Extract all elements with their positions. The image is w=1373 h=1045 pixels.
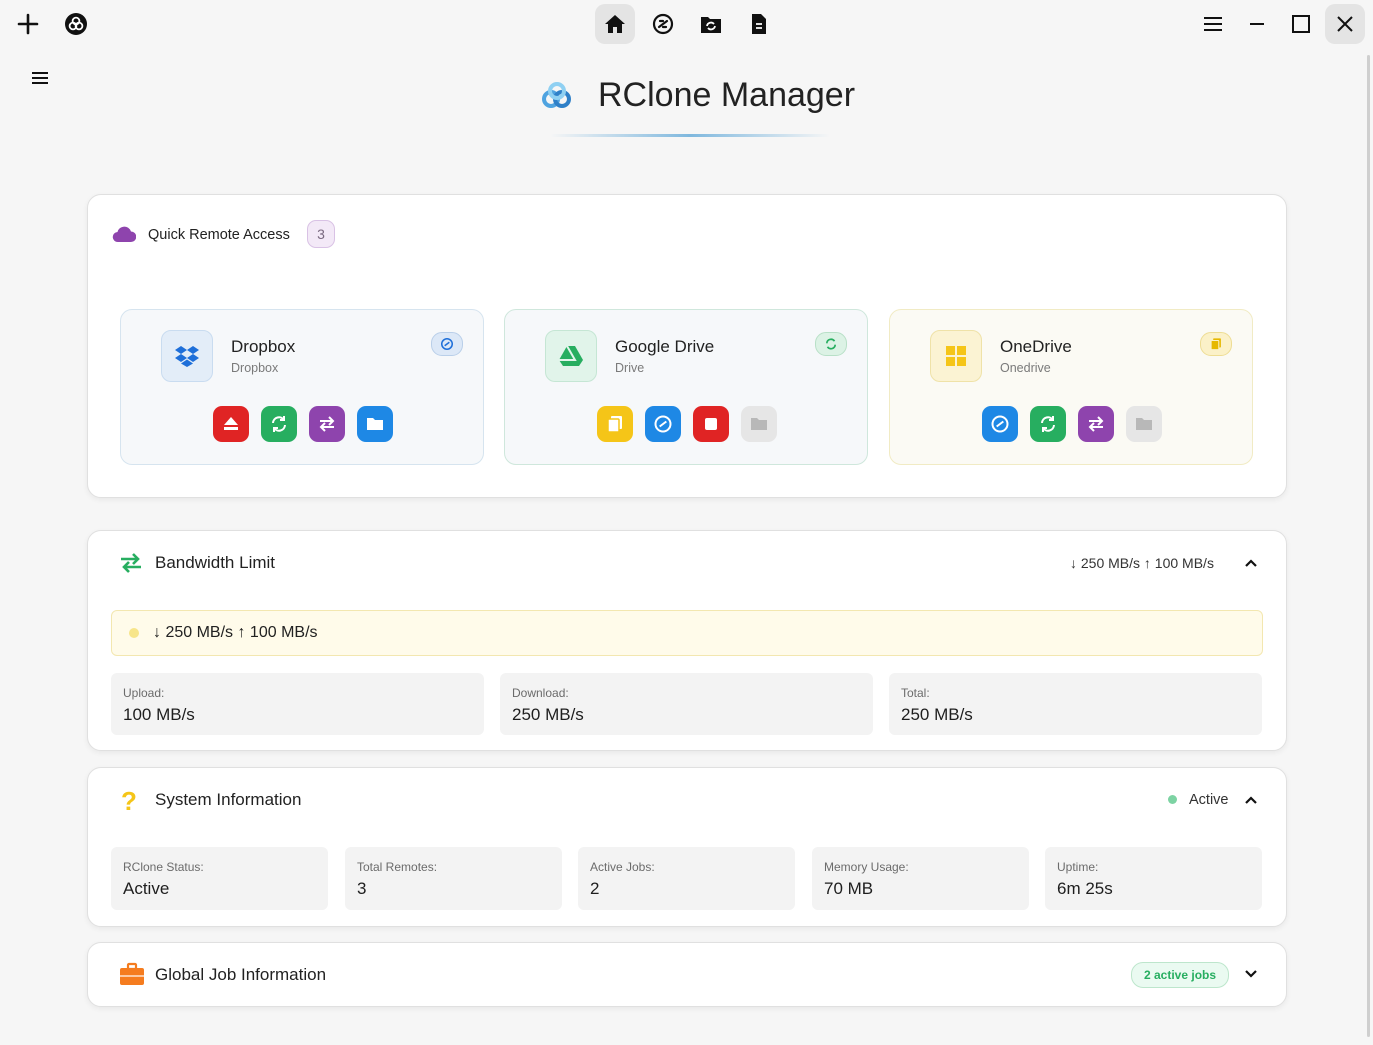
stat-value: 3 [357, 879, 367, 898]
stop-sync-button[interactable] [693, 406, 729, 442]
title-bar [0, 0, 1373, 48]
remote-type: Onedrive [1000, 361, 1051, 375]
maximize-icon[interactable] [1281, 4, 1321, 44]
mount-button[interactable] [982, 406, 1018, 442]
title-underline [550, 134, 830, 137]
system-information-card: ? System Information Active RClone Statu… [87, 767, 1287, 927]
uptime-stat: Uptime: 6m 25s [1045, 847, 1262, 910]
sidebar-toggle-icon[interactable] [20, 58, 60, 98]
stat-label: Memory Usage: [824, 860, 909, 874]
onedrive-logo-icon [930, 330, 982, 382]
sync-folder-tab-icon[interactable] [691, 4, 731, 44]
file-transfer-tab-icon[interactable] [739, 4, 779, 44]
active-jobs-badge: 2 active jobs [1131, 962, 1230, 988]
menu-icon[interactable] [1193, 4, 1233, 44]
bandwidth-limit-card: Bandwidth Limit ↓ 250 MB/s ↑ 100 MB/s ↓ … [87, 530, 1287, 751]
stat-value: 70 MB [824, 879, 874, 898]
stat-value: 250 MB/s [512, 705, 584, 724]
stat-label: Active Jobs: [590, 860, 655, 874]
unmount-button[interactable] [213, 406, 249, 442]
cloud-icon [112, 225, 137, 248]
rclone-logo-icon[interactable] [56, 4, 96, 44]
app-logo-icon [540, 80, 574, 112]
system-title: System Information [155, 790, 302, 809]
remote-name: OneDrive [1000, 337, 1072, 356]
bandwidth-banner: ↓ 250 MB/s ↑ 100 MB/s [111, 610, 1263, 656]
transfer-button[interactable] [309, 406, 345, 442]
question-icon: ? [121, 786, 137, 816]
open-folder-button[interactable] [357, 406, 393, 442]
open-folder-button[interactable] [741, 406, 777, 442]
dropbox-logo-icon [161, 330, 213, 382]
status-dot [1168, 795, 1177, 804]
mounted-status-icon [431, 332, 463, 356]
status-dot [129, 628, 139, 638]
bandwidth-title: Bandwidth Limit [155, 553, 276, 572]
syncing-status-icon [815, 332, 847, 356]
chevron-down-icon[interactable] [1241, 964, 1261, 989]
stat-label: Download: [512, 686, 569, 700]
stat-label: Upload: [123, 686, 165, 700]
stat-value: 100 MB/s [123, 705, 195, 724]
active-jobs-stat: Active Jobs: 2 [578, 847, 795, 910]
stat-label: RClone Status: [123, 860, 204, 874]
download-stat: Download: 250 MB/s [500, 673, 873, 735]
remote-type: Dropbox [231, 361, 279, 375]
remote-type: Drive [615, 361, 645, 375]
minimize-icon[interactable] [1237, 4, 1277, 44]
global-job-card[interactable]: Global Job Information 2 active jobs [87, 942, 1287, 1007]
copy-button[interactable] [597, 406, 633, 442]
mount-button[interactable] [645, 406, 681, 442]
sync-button[interactable] [261, 406, 297, 442]
scrollbar[interactable] [1367, 55, 1370, 1037]
remote-card-onedrive[interactable]: OneDrive Onedrive [889, 309, 1253, 465]
copying-status-icon [1200, 332, 1232, 356]
quick-remote-title: Quick Remote Access [148, 227, 290, 243]
remote-count-badge: 3 [307, 220, 335, 248]
mount-tab-icon[interactable] [643, 4, 683, 44]
stat-label: Total: [901, 686, 930, 700]
stat-value: 2 [590, 879, 600, 898]
jobs-title: Global Job Information [155, 965, 327, 984]
system-status: Active [1189, 792, 1229, 808]
remote-name: Dropbox [231, 337, 296, 356]
remote-name: Google Drive [615, 337, 715, 356]
close-icon[interactable] [1325, 4, 1365, 44]
total-stat: Total: 250 MB/s [889, 673, 1262, 735]
stat-value: 6m 25s [1057, 879, 1113, 898]
sync-button[interactable] [1030, 406, 1066, 442]
transfer-arrows-icon [118, 550, 144, 581]
rclone-status-stat: RClone Status: Active [111, 847, 328, 910]
google-drive-logo-icon [545, 330, 597, 382]
bandwidth-summary: ↓ 250 MB/s ↑ 100 MB/s [1070, 555, 1214, 571]
remote-card-google-drive[interactable]: Google Drive Drive [504, 309, 868, 465]
app-title: RClone Manager [598, 76, 856, 114]
add-icon[interactable] [8, 4, 48, 44]
stat-value: 250 MB/s [901, 705, 973, 724]
upload-stat: Upload: 100 MB/s [111, 673, 484, 735]
memory-usage-stat: Memory Usage: 70 MB [812, 847, 1029, 910]
stat-value: Active [123, 879, 170, 898]
total-remotes-stat: Total Remotes: 3 [345, 847, 562, 910]
chevron-up-icon[interactable] [1241, 790, 1261, 815]
open-folder-button[interactable] [1126, 406, 1162, 442]
chevron-up-icon[interactable] [1241, 553, 1261, 578]
remote-card-dropbox[interactable]: Dropbox Dropbox [120, 309, 484, 465]
transfer-button[interactable] [1078, 406, 1114, 442]
banner-text: ↓ 250 MB/s ↑ 100 MB/s [153, 624, 318, 641]
stat-label: Uptime: [1057, 860, 1099, 874]
stat-label: Total Remotes: [357, 860, 438, 874]
home-tab-icon[interactable] [595, 4, 635, 44]
briefcase-icon [119, 962, 145, 991]
